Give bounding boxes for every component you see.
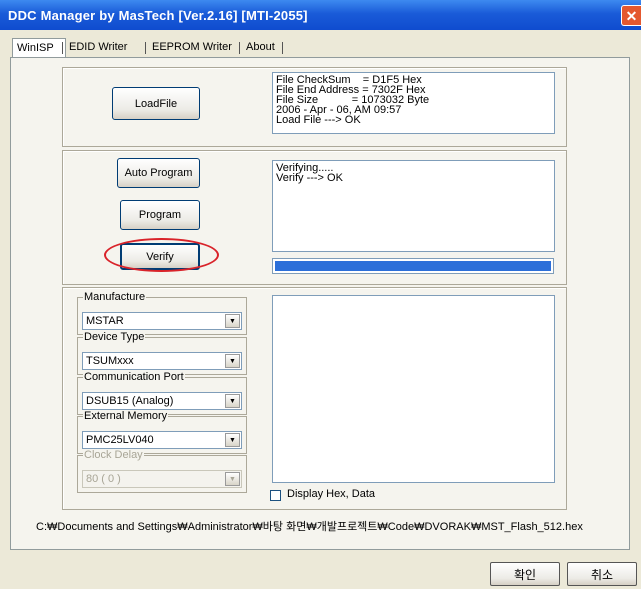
- chevron-down-icon[interactable]: ▼: [225, 314, 240, 328]
- close-icon: ✕: [625, 8, 638, 24]
- tab-separator: [239, 42, 240, 54]
- communication-port-value: DSUB15 (Analog): [86, 395, 174, 407]
- verify-log-box: Verifying..... Verify ---> OK: [272, 160, 555, 252]
- progress-fill: [275, 261, 551, 271]
- manufacture-select[interactable]: MSTAR ▼: [82, 312, 242, 330]
- manufacture-value: MSTAR: [86, 315, 124, 327]
- external-memory-select[interactable]: PMC25LV040 ▼: [82, 431, 242, 449]
- tab-about[interactable]: About: [242, 38, 279, 58]
- title-bar: DDC Manager by MasTech [Ver.2.16] [MTI-2…: [0, 0, 641, 30]
- chevron-down-icon[interactable]: ▼: [225, 394, 240, 408]
- clock-delay-field: Clock Delay 80 ( 0 ) ▼: [77, 449, 247, 493]
- chevron-down-icon[interactable]: ▼: [225, 354, 240, 368]
- file-info-box: File CheckSum = D1F5 Hex File End Addres…: [272, 72, 555, 134]
- device-type-value: TSUMxxx: [86, 355, 134, 367]
- tab-separator: [62, 42, 63, 54]
- auto-program-button[interactable]: Auto Program: [117, 158, 200, 188]
- tab-separator: [282, 42, 283, 54]
- tab-winisp[interactable]: WinISP: [12, 38, 66, 59]
- file-path-label: C:₩Documents and Settings₩Administrator₩…: [36, 521, 583, 533]
- close-button[interactable]: ✕: [621, 5, 641, 26]
- communication-port-select[interactable]: DSUB15 (Analog) ▼: [82, 392, 242, 410]
- tab-separator: [145, 42, 146, 54]
- display-hex-label: Display Hex, Data: [287, 488, 376, 500]
- progress-bar: [272, 258, 554, 274]
- communication-port-label: Communication Port: [83, 371, 185, 384]
- display-hex-checkbox[interactable]: [270, 490, 281, 501]
- clock-delay-label: Clock Delay: [83, 449, 144, 462]
- cancel-button[interactable]: 취소: [567, 562, 637, 586]
- tab-edid-writer[interactable]: EDID Writer: [65, 38, 131, 58]
- device-type-label: Device Type: [83, 331, 146, 344]
- output-box[interactable]: [272, 295, 555, 483]
- load-file-button[interactable]: LoadFile: [112, 87, 200, 120]
- manufacture-field: Manufacture MSTAR ▼: [77, 291, 247, 335]
- window-title: DDC Manager by MasTech [Ver.2.16] [MTI-2…: [8, 8, 308, 23]
- chevron-down-icon[interactable]: ▼: [225, 433, 240, 447]
- verify-highlight-circle: [104, 238, 219, 272]
- tab-eeprom-writer[interactable]: EEPROM Writer: [148, 38, 236, 58]
- clock-delay-select: 80 ( 0 ) ▼: [82, 470, 242, 488]
- device-type-select[interactable]: TSUMxxx ▼: [82, 352, 242, 370]
- ok-button[interactable]: 확인: [490, 562, 560, 586]
- device-type-field: Device Type TSUMxxx ▼: [77, 331, 247, 375]
- external-memory-label: External Memory: [83, 410, 169, 423]
- program-button[interactable]: Program: [120, 200, 200, 230]
- external-memory-value: PMC25LV040: [86, 434, 154, 446]
- chevron-down-icon: ▼: [225, 472, 240, 486]
- clock-delay-value: 80 ( 0 ): [86, 473, 121, 485]
- manufacture-label: Manufacture: [83, 291, 147, 304]
